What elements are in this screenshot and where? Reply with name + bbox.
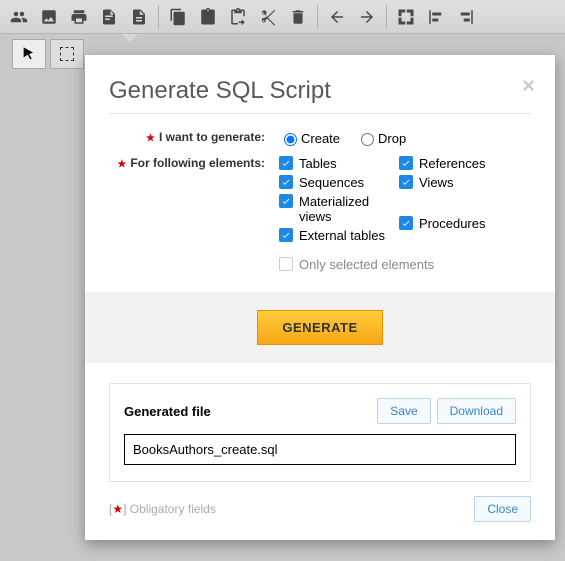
dialog-title: Generate SQL Script <box>109 77 531 105</box>
doc-icon[interactable] <box>124 2 154 32</box>
image-icon[interactable] <box>34 2 64 32</box>
paste-special-icon[interactable] <box>223 2 253 32</box>
copy-icon[interactable] <box>163 2 193 32</box>
generated-file-section: Generated file Save Download <box>109 383 531 482</box>
save-button[interactable]: Save <box>377 398 430 424</box>
check-only-selected[interactable]: Only selected elements <box>279 257 434 272</box>
radio-drop[interactable]: Drop <box>356 130 406 146</box>
generate-button[interactable]: GENERATE <box>257 310 382 345</box>
users-icon[interactable] <box>4 2 34 32</box>
close-icon[interactable]: × <box>522 73 535 99</box>
pointer-tool-button[interactable] <box>12 39 46 69</box>
check-external-tables[interactable]: External tables <box>279 228 385 243</box>
align-left-icon[interactable] <box>421 2 451 32</box>
toolbar-indicator-arrow <box>122 34 138 42</box>
radio-create[interactable]: Create <box>279 130 340 146</box>
check-references[interactable]: References <box>399 156 485 171</box>
align-right-icon[interactable] <box>451 2 481 32</box>
check-views[interactable]: Views <box>399 175 453 190</box>
elements-label: For following elements: <box>130 156 265 170</box>
download-button[interactable]: Download <box>437 398 516 424</box>
generated-file-label: Generated file <box>124 404 211 419</box>
check-materialized-views[interactable]: Materialized views <box>279 194 399 224</box>
main-toolbar <box>0 0 565 34</box>
check-tables[interactable]: Tables <box>279 156 337 171</box>
expand-icon[interactable] <box>391 2 421 32</box>
marquee-tool-button[interactable] <box>50 39 84 69</box>
paste-icon[interactable] <box>193 2 223 32</box>
undo-icon[interactable] <box>322 2 352 32</box>
check-sequences[interactable]: Sequences <box>279 175 364 190</box>
check-procedures[interactable]: Procedures <box>399 216 485 231</box>
redo-icon[interactable] <box>352 2 382 32</box>
generate-mode-label: I want to generate: <box>159 130 265 144</box>
trash-icon[interactable] <box>283 2 313 32</box>
cut-icon[interactable] <box>253 2 283 32</box>
generate-sql-dialog: × Generate SQL Script ★I want to generat… <box>85 55 555 540</box>
close-button[interactable]: Close <box>474 496 531 522</box>
obligatory-note: [★] Obligatory fields <box>109 502 216 516</box>
filename-input[interactable] <box>124 434 516 465</box>
sql-icon[interactable] <box>94 2 124 32</box>
print-icon[interactable] <box>64 2 94 32</box>
